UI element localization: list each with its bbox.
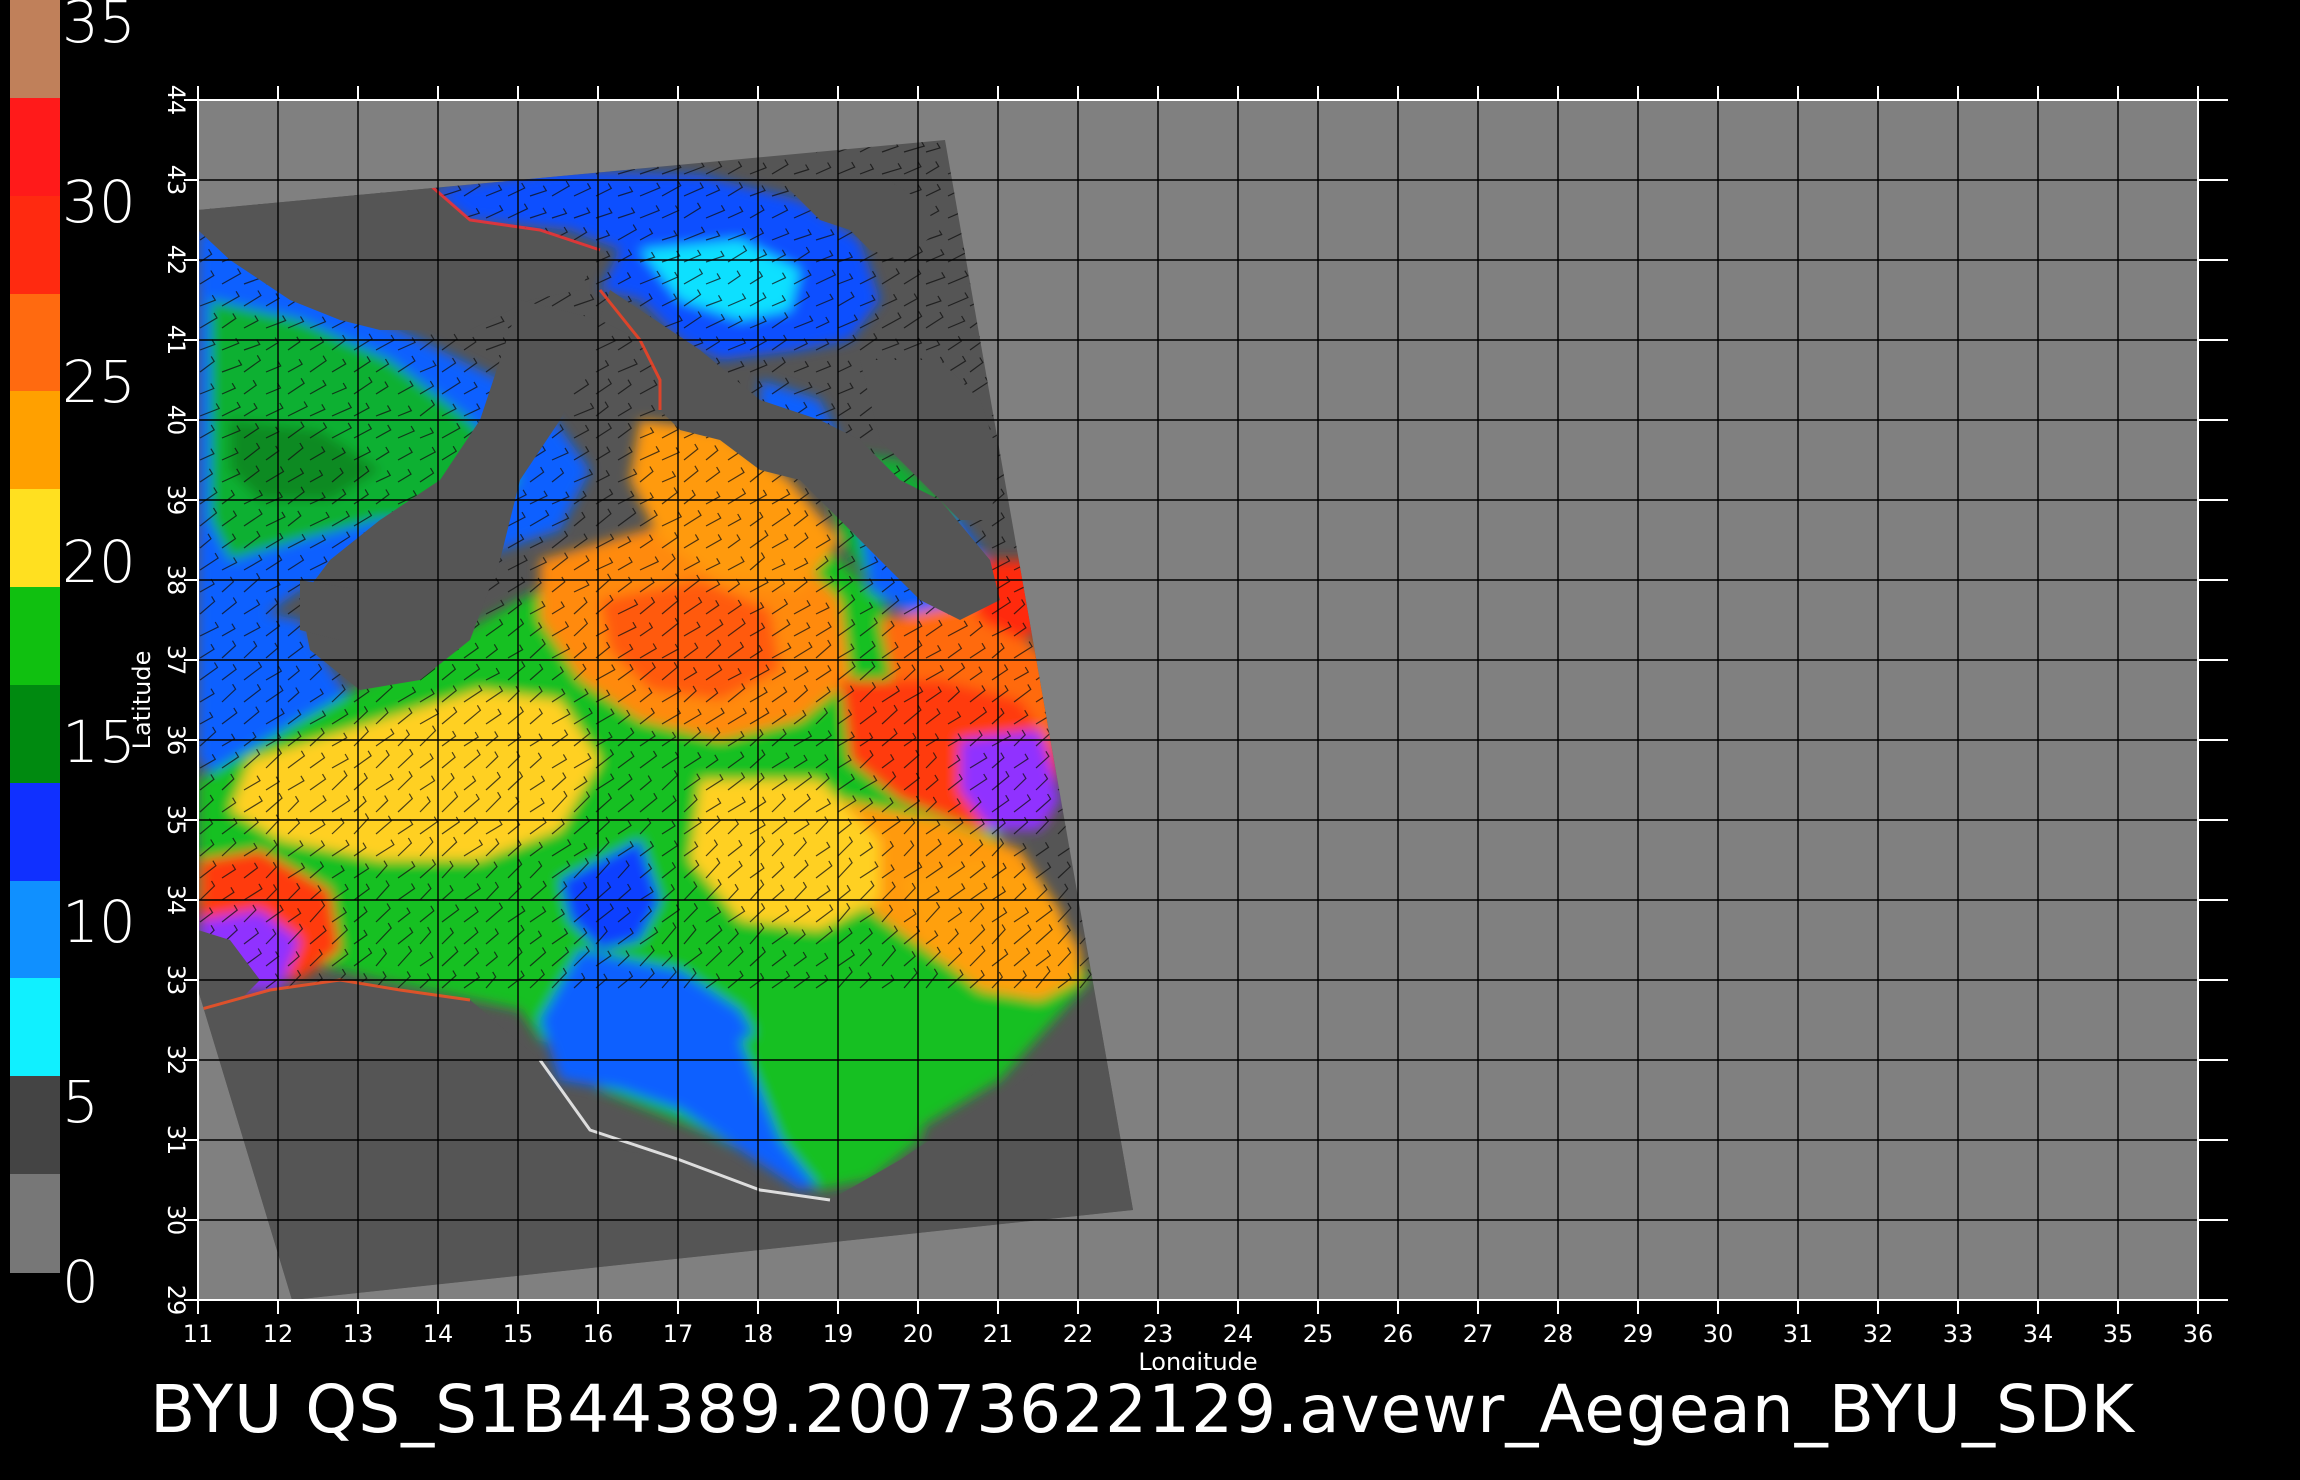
y-tick-label: 44 <box>162 85 190 116</box>
y-tick-label: 42 <box>162 245 190 276</box>
x-tick-label: 30 <box>1703 1320 1734 1348</box>
y-tick-label: 29 <box>162 1285 190 1316</box>
x-tick-label: 32 <box>1863 1320 1894 1348</box>
y-tick-label: 32 <box>162 1045 190 1076</box>
x-tick-label: 15 <box>503 1320 534 1348</box>
x-tick-label: 26 <box>1383 1320 1414 1348</box>
x-tick-label: 16 <box>583 1320 614 1348</box>
x-tick-label: 18 <box>743 1320 774 1348</box>
x-tick-label: 22 <box>1063 1320 1094 1348</box>
y-tick-label: 43 <box>162 165 190 196</box>
y-tick-label: 39 <box>162 485 190 516</box>
x-tick-label: 20 <box>903 1320 934 1348</box>
x-tick-label: 29 <box>1623 1320 1654 1348</box>
y-tick-label: 30 <box>162 1205 190 1236</box>
x-tick-label: 25 <box>1303 1320 1334 1348</box>
x-tick-label: 24 <box>1223 1320 1254 1348</box>
y-tick-label: 40 <box>162 405 190 436</box>
file-caption: BYU QS_S1B44389.20073622129.avewr_Aegean… <box>150 1371 2135 1448</box>
y-tick-label: 36 <box>162 725 190 756</box>
x-tick-label: 14 <box>423 1320 454 1348</box>
x-tick-label: 21 <box>983 1320 1014 1348</box>
y-tick-label: 37 <box>162 645 190 676</box>
x-tick-label: 11 <box>183 1320 214 1348</box>
x-tick-label: 27 <box>1463 1320 1494 1348</box>
y-tick-label: 38 <box>162 565 190 596</box>
x-tick-label: 28 <box>1543 1320 1574 1348</box>
x-tick-label: 33 <box>1943 1320 1974 1348</box>
x-tick-label: 35 <box>2103 1320 2134 1348</box>
x-tick-label: 12 <box>263 1320 294 1348</box>
x-tick-label: 36 <box>2183 1320 2214 1348</box>
x-tick-label: 17 <box>663 1320 694 1348</box>
y-tick-label: 31 <box>162 1125 190 1156</box>
y-tick-label: 35 <box>162 805 190 836</box>
map-plot: 11 12 13 14 15 16 17 18 19 20 21 22 23 24 25 26 27 28 29 30… <box>128 85 2228 1370</box>
y-tick-label: 41 <box>162 325 190 356</box>
y-tick-label: 33 <box>162 965 190 996</box>
x-tick-label: 13 <box>343 1320 374 1348</box>
x-tick-label: 19 <box>823 1320 854 1348</box>
figure: 35 30 25 20 15 10 5 0 11 12 13 14 15 16 … <box>0 0 2300 1480</box>
y-axis-label: Latitude <box>128 651 156 750</box>
y-tick-label: 34 <box>162 885 190 916</box>
x-tick-label: 34 <box>2023 1320 2054 1348</box>
x-axis-label: Longitude <box>1138 1348 1257 1370</box>
x-tick-label: 31 <box>1783 1320 1814 1348</box>
x-tick-label: 23 <box>1143 1320 1174 1348</box>
